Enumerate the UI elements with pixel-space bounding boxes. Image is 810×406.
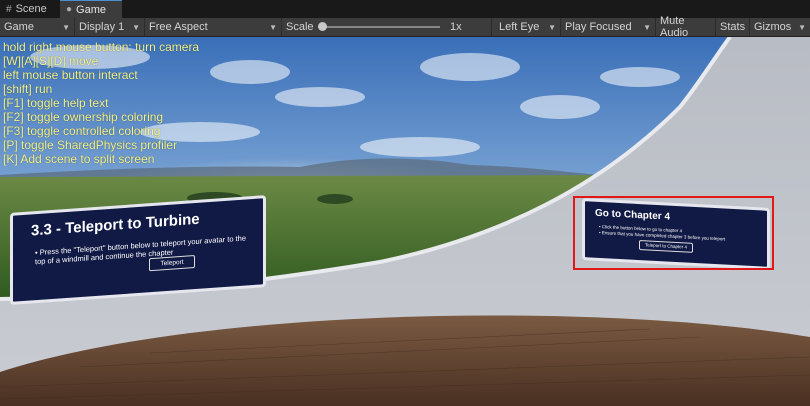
- play-mode-label: Play Focused: [565, 21, 632, 33]
- caret-down-icon: ▼: [798, 22, 806, 32]
- help-line: [F1] toggle help text: [3, 96, 109, 110]
- tab-scene-label: Scene: [15, 3, 47, 15]
- help-line: [P] toggle SharedPhysics profiler: [3, 138, 178, 152]
- aspect-dropdown-label: Free Aspect: [149, 21, 208, 33]
- caret-down-icon: ▼: [643, 22, 651, 32]
- stats-button[interactable]: Stats: [716, 18, 750, 36]
- help-line: [F3] toggle controlled coloring: [3, 124, 161, 138]
- play-mode-dropdown[interactable]: Play Focused ▼: [561, 18, 656, 36]
- panel-instructions: • Press the "Teleport" button below to t…: [35, 233, 257, 267]
- teleport-button[interactable]: Teleport: [149, 255, 195, 272]
- help-line: [F2] toggle ownership coloring: [3, 110, 164, 124]
- caret-down-icon: ▼: [132, 22, 140, 32]
- eye-dropdown[interactable]: Left Eye ▼: [495, 18, 561, 36]
- panel-instruction-text: Press the "Teleport" button below to tel…: [35, 233, 246, 267]
- display-dropdown-label: Display 1: [79, 21, 125, 33]
- eye-dropdown-label: Left Eye: [499, 21, 540, 33]
- stats-label: Stats: [720, 21, 746, 33]
- aspect-dropdown[interactable]: Free Aspect ▼: [145, 18, 282, 36]
- caret-down-icon: ▼: [269, 22, 277, 32]
- tab-game-label: Game: [76, 3, 107, 16]
- panel-title: 3.3 - Teleport to Turbine: [31, 210, 200, 240]
- help-text-overlay: hold right mouse button: turn camera [W]…: [3, 40, 199, 166]
- caret-down-icon: ▼: [548, 22, 556, 32]
- gizmos-label: Gizmos: [754, 21, 792, 33]
- help-line: left mouse button interact: [3, 68, 138, 82]
- scale-slider-handle[interactable]: [318, 22, 327, 31]
- scale-slider-track[interactable]: [320, 26, 440, 28]
- mute-audio-button[interactable]: Mute Audio: [656, 15, 716, 39]
- highlight-box: [573, 196, 774, 270]
- gizmos-dropdown[interactable]: Gizmos ▼: [750, 18, 810, 36]
- view-dropdown-label: Game: [4, 21, 34, 33]
- help-line: [K] Add scene to split screen: [3, 152, 155, 166]
- display-dropdown[interactable]: Display 1 ▼: [75, 18, 145, 36]
- help-line: [shift] run: [3, 82, 53, 96]
- caret-down-icon: ▼: [62, 22, 70, 32]
- scale-label: Scale: [286, 21, 314, 33]
- scale-value: 1x: [450, 21, 462, 33]
- mute-audio-label: Mute Audio: [660, 15, 689, 39]
- game-toolbar: Game ▼ Display 1 ▼ Free Aspect ▼ Scale 1…: [0, 15, 810, 39]
- tab-scene[interactable]: # Scene: [0, 0, 60, 18]
- grid-icon: #: [6, 3, 12, 15]
- help-line: hold right mouse button: turn camera: [3, 40, 200, 54]
- help-line: [W][A][S][D] move: [3, 54, 99, 68]
- teleport-turbine-panel: 3.3 - Teleport to Turbine • Press the "T…: [10, 195, 266, 305]
- tab-game[interactable]: ● Game: [60, 0, 122, 18]
- view-dropdown[interactable]: Game ▼: [0, 18, 75, 36]
- gamepad-icon: ●: [66, 4, 73, 15]
